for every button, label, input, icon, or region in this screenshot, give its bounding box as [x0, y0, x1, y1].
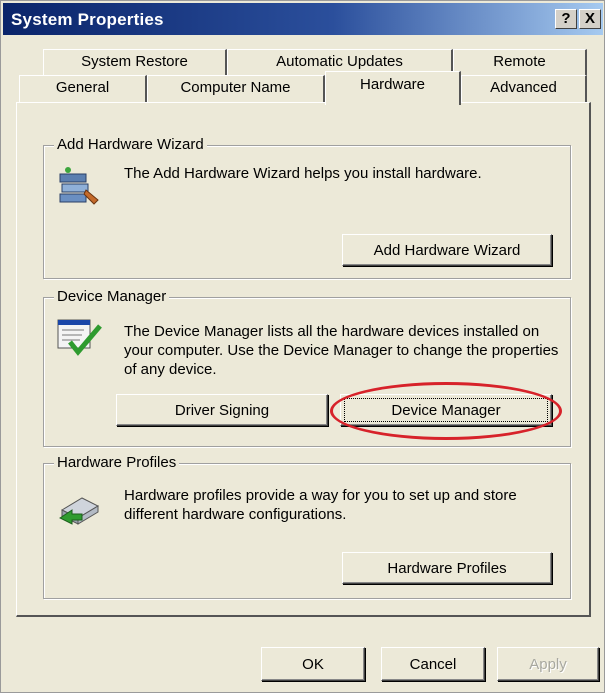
help-button[interactable]: ?	[555, 9, 577, 29]
tab-advanced[interactable]: Advanced	[461, 75, 587, 103]
device-manager-description: The Device Manager lists all the hardwar…	[124, 323, 559, 378]
group-title: Device Manager	[54, 288, 170, 305]
tab-hardware[interactable]: Hardware	[325, 71, 461, 105]
ok-button[interactable]: OK	[261, 647, 365, 681]
ok-label: OK	[302, 655, 324, 673]
apply-button[interactable]: Apply	[497, 647, 599, 681]
device-manager-group: Device Manager The Device Manager lists …	[43, 288, 571, 447]
device-manager-label: Device Manager	[391, 401, 501, 419]
add-hardware-wizard-button[interactable]: Add Hardware Wizard	[342, 234, 552, 266]
hardware-profiles-label: Hardware Profiles	[387, 559, 507, 577]
hardware-profiles-icon	[59, 497, 100, 525]
hardware-profiles-group: Hardware Profiles Hardware profiles prov…	[43, 454, 571, 599]
tab-system-restore[interactable]: System Restore	[43, 49, 227, 75]
title-bar[interactable]: System Properties ? X	[3, 3, 603, 35]
device-manager-icon	[57, 319, 102, 356]
tab-general[interactable]: General	[19, 75, 147, 103]
driver-signing-button[interactable]: Driver Signing	[116, 394, 328, 426]
close-button[interactable]: X	[579, 9, 601, 29]
hardware-profiles-description: Hardware profiles provide a way for you …	[124, 487, 517, 523]
group-title: Hardware Profiles	[54, 454, 180, 471]
tab-remote[interactable]: Remote	[453, 49, 587, 75]
add-hardware-group: Add Hardware Wizard The Add Hardware Wiz…	[43, 136, 571, 279]
driver-signing-label: Driver Signing	[174, 401, 270, 419]
add-hardware-icon	[59, 167, 99, 205]
group-title: Add Hardware Wizard	[54, 136, 207, 153]
tab-computer-name[interactable]: Computer Name	[147, 75, 325, 103]
cancel-label: Cancel	[409, 655, 457, 673]
hardware-profiles-button[interactable]: Hardware Profiles	[342, 552, 552, 584]
cancel-button[interactable]: Cancel	[381, 647, 485, 681]
device-manager-button[interactable]: Device Manager	[340, 394, 552, 426]
apply-label: Apply	[529, 655, 567, 673]
hardware-tab-panel: Add Hardware Wizard The Add Hardware Wiz…	[16, 102, 591, 617]
add-hardware-wizard-label: Add Hardware Wizard	[373, 241, 521, 259]
window-title: System Properties	[11, 10, 164, 29]
add-hardware-description: The Add Hardware Wizard helps you instal…	[124, 165, 482, 182]
system-properties-window: System Properties ? X System Restore Aut…	[0, 0, 605, 693]
